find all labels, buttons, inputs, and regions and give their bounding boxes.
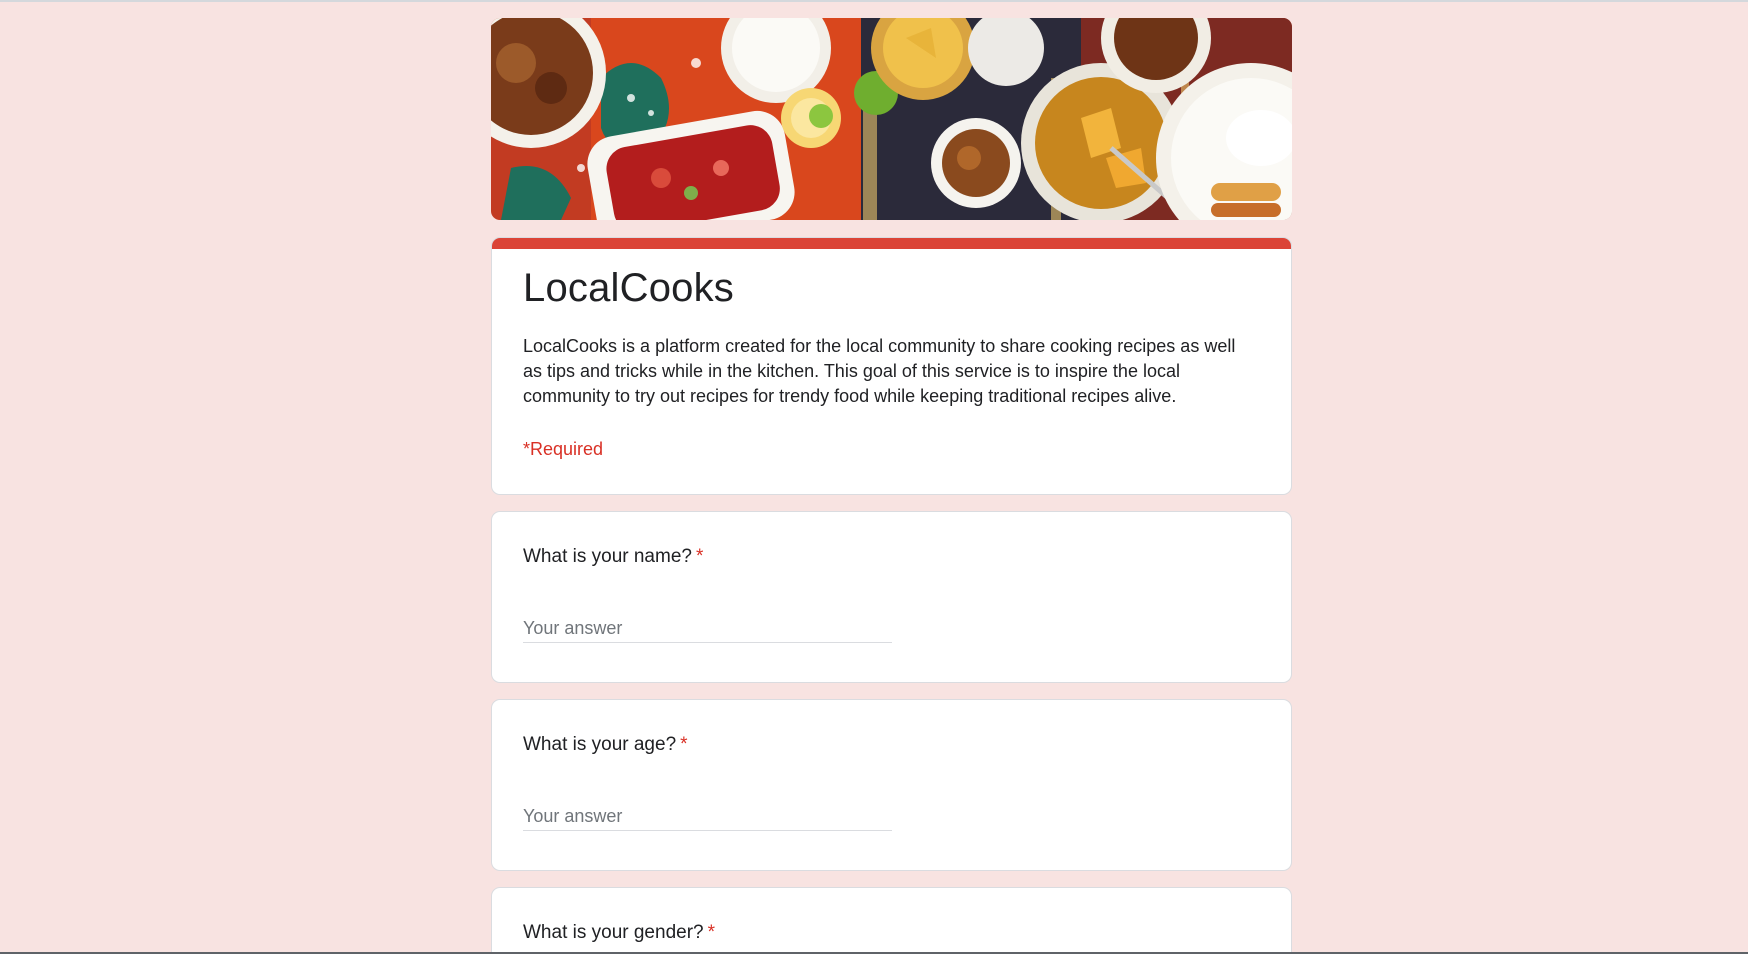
required-asterisk: * — [695, 546, 704, 567]
form-title: LocalCooks — [523, 266, 735, 310]
name-answer-input[interactable] — [523, 614, 892, 643]
food-banner-image — [491, 18, 1292, 220]
age-answer-input[interactable] — [523, 802, 892, 831]
browser-top-edge — [0, 0, 1748, 2]
required-note: *Required — [523, 439, 604, 459]
form-page: LocalCooks LocalCooks is a platform crea… — [0, 0, 1748, 954]
required-asterisk: * — [680, 734, 688, 755]
form-header-card: LocalCooks LocalCooks is a platform crea… — [491, 237, 1292, 495]
required-asterisk: * — [707, 922, 715, 943]
question-label: What is your age? * — [523, 734, 688, 756]
form-column: LocalCooks LocalCooks is a platform crea… — [491, 18, 1292, 954]
question-card-name: What is your name? * — [491, 511, 1292, 683]
question-text: What is your age? — [523, 734, 677, 755]
header-banner-image — [491, 18, 1292, 220]
form-description: LocalCooks is a platform created for the… — [523, 336, 1236, 406]
question-text: What is your name? — [523, 546, 692, 567]
question-card-gender: What is your gender? * — [491, 887, 1292, 954]
question-text: What is your gender? — [523, 922, 704, 943]
question-label: What is your name? * — [523, 546, 703, 568]
question-label: What is your gender? * — [523, 922, 715, 944]
question-card-age: What is your age? * — [491, 699, 1292, 871]
title-accent-bar — [492, 238, 1291, 249]
